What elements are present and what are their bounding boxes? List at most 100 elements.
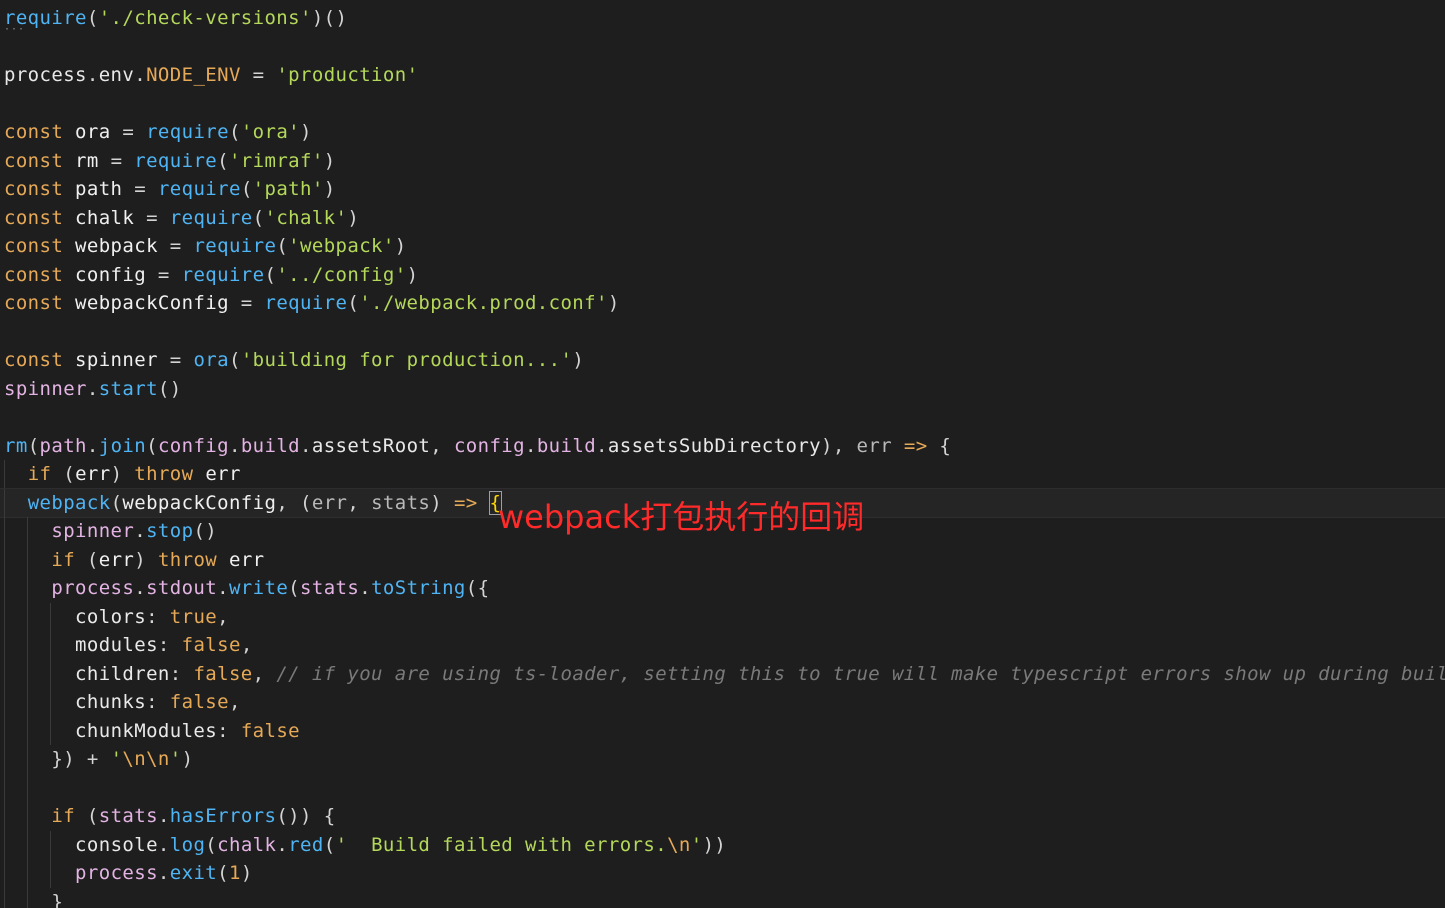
code-token-pun: ( (27, 434, 40, 457)
code-token-fn: toString (371, 577, 466, 599)
code-token-esc: \n (667, 833, 691, 856)
code-token-pun: : (146, 605, 170, 628)
code-line[interactable]: children: false, // if you are using ts-… (4, 659, 1445, 688)
code-token-pun: )) (702, 833, 727, 856)
code-token-prop: chunkModules (75, 719, 218, 742)
code-token-obj2: spinner (51, 520, 135, 542)
code-token-fn: join (98, 434, 147, 457)
code-token-pun: ( (110, 491, 123, 514)
code-token-pun: ( (75, 548, 99, 571)
code-line[interactable]: colors: true, (4, 602, 1445, 631)
code-token-pun: . (157, 862, 170, 884)
code-token-fn: require (181, 263, 265, 286)
code-token-obj2: spinner (4, 377, 87, 400)
indent-guide (27, 631, 29, 660)
code-line[interactable]: process.env.NODE_ENV = 'production' (4, 61, 1445, 90)
code-token-pun: ( (217, 149, 229, 172)
code-line[interactable]: const ora = require('ora') (4, 118, 1445, 147)
indent-guide (4, 745, 5, 774)
code-token-obj2: stats (300, 577, 360, 599)
code-line[interactable]: if (err) throw err (4, 460, 1445, 489)
code-token-obj: process (4, 64, 87, 86)
indent-guide (50, 688, 52, 717)
code-token-kw: if (51, 548, 76, 571)
code-token-var: webpackConfig (122, 491, 277, 514)
indent-guide (27, 545, 29, 574)
code-token-pun: . (86, 64, 99, 86)
code-line[interactable]: const rm = require('rimraf') (4, 147, 1445, 176)
code-token-var: err (98, 548, 135, 571)
code-token-cmt: // if you are using ts-loader, setting t… (276, 662, 1445, 685)
code-token-pun: = (146, 206, 170, 229)
code-token-bool: false (169, 691, 229, 713)
code-token-kw: const (4, 149, 64, 172)
code-line[interactable]: const config = require('../config') (4, 261, 1445, 290)
code-token-pun (478, 492, 490, 514)
code-line[interactable] (4, 33, 1445, 62)
code-token-str: 'webpack' (288, 235, 395, 257)
code-line[interactable] (4, 318, 1445, 347)
code-line[interactable]: } (4, 887, 1445, 908)
code-line[interactable] (4, 90, 1445, 119)
code-line[interactable]: process.stdout.write(stats.toString({ (4, 574, 1445, 603)
code-token-prop: assetsRoot (311, 434, 431, 457)
code-token-fn: require (146, 121, 229, 143)
code-token-var: webpackConfig (63, 292, 241, 314)
code-line[interactable]: const spinner = ora('building for produc… (4, 346, 1445, 375)
code-token-pun: . (86, 377, 99, 400)
code-line[interactable]: process.exit(1) (4, 859, 1445, 888)
code-token-pun: = (169, 235, 194, 257)
code-token-kw: const (4, 263, 64, 286)
code-line[interactable] (4, 773, 1445, 802)
code-line[interactable]: require('./check-versions')() (4, 4, 1445, 33)
code-token-pun: = (110, 149, 135, 172)
code-editor[interactable]: require('./check-versions')() process.en… (0, 0, 1445, 908)
code-line[interactable]: chunks: false, (4, 688, 1445, 717)
code-token-str: '../config' (276, 263, 407, 286)
code-token-obj2: config (453, 434, 525, 457)
code-token-pun: ) (430, 491, 454, 514)
code-token-pun: ) (323, 149, 336, 172)
code-line[interactable]: const path = require('path') (4, 175, 1445, 204)
code-token-fn: hasErrors (169, 805, 277, 827)
code-line[interactable]: if (err) throw err (4, 545, 1445, 574)
code-line[interactable]: rm(path.join(config.build.assetsRoot, co… (4, 432, 1445, 461)
code-line[interactable]: const chalk = require('chalk') (4, 204, 1445, 233)
code-token-obj2: process (51, 577, 135, 599)
code-token-prop: modules (75, 634, 158, 656)
indent-guide (4, 802, 5, 831)
code-token-var: spinner (63, 349, 170, 371)
code-token-pun: ( (228, 349, 241, 371)
indent-guide (27, 887, 29, 908)
code-line[interactable]: const webpack = require('webpack') (4, 232, 1445, 261)
code-token-pun: () (193, 520, 218, 542)
code-token-var: err (193, 463, 241, 485)
code-line[interactable]: spinner.start() (4, 375, 1445, 404)
code-token-kw: throw (134, 463, 194, 485)
code-line[interactable]: const webpackConfig = require('./webpack… (4, 289, 1445, 318)
code-line[interactable]: console.log(chalk.red(' Build failed wit… (4, 830, 1445, 859)
code-token-pun: ( (217, 862, 229, 884)
code-token-pun: . (86, 434, 99, 457)
code-line[interactable]: if (stats.hasErrors()) { (4, 802, 1445, 831)
code-token-prop: assetsSubDirectory (607, 434, 821, 457)
code-token-var: rm (63, 149, 111, 172)
code-line[interactable]: }) + '\n\n') (4, 745, 1445, 774)
code-token-arrow: => (453, 491, 478, 514)
code-token-bool: false (240, 719, 301, 742)
code-token-pun: ( (252, 206, 265, 229)
code-token-pun: , (217, 605, 229, 628)
code-token-pun: . (228, 434, 241, 457)
code-line[interactable]: modules: false, (4, 631, 1445, 660)
code-area[interactable]: require('./check-versions')() process.en… (0, 4, 1445, 908)
code-token-pun: } (51, 890, 64, 908)
code-token-kw: const (4, 206, 64, 229)
indent-guide (4, 602, 5, 631)
code-token-pun: ( (264, 263, 277, 286)
code-line[interactable]: chunkModules: false (4, 716, 1445, 745)
code-line[interactable] (4, 403, 1445, 432)
